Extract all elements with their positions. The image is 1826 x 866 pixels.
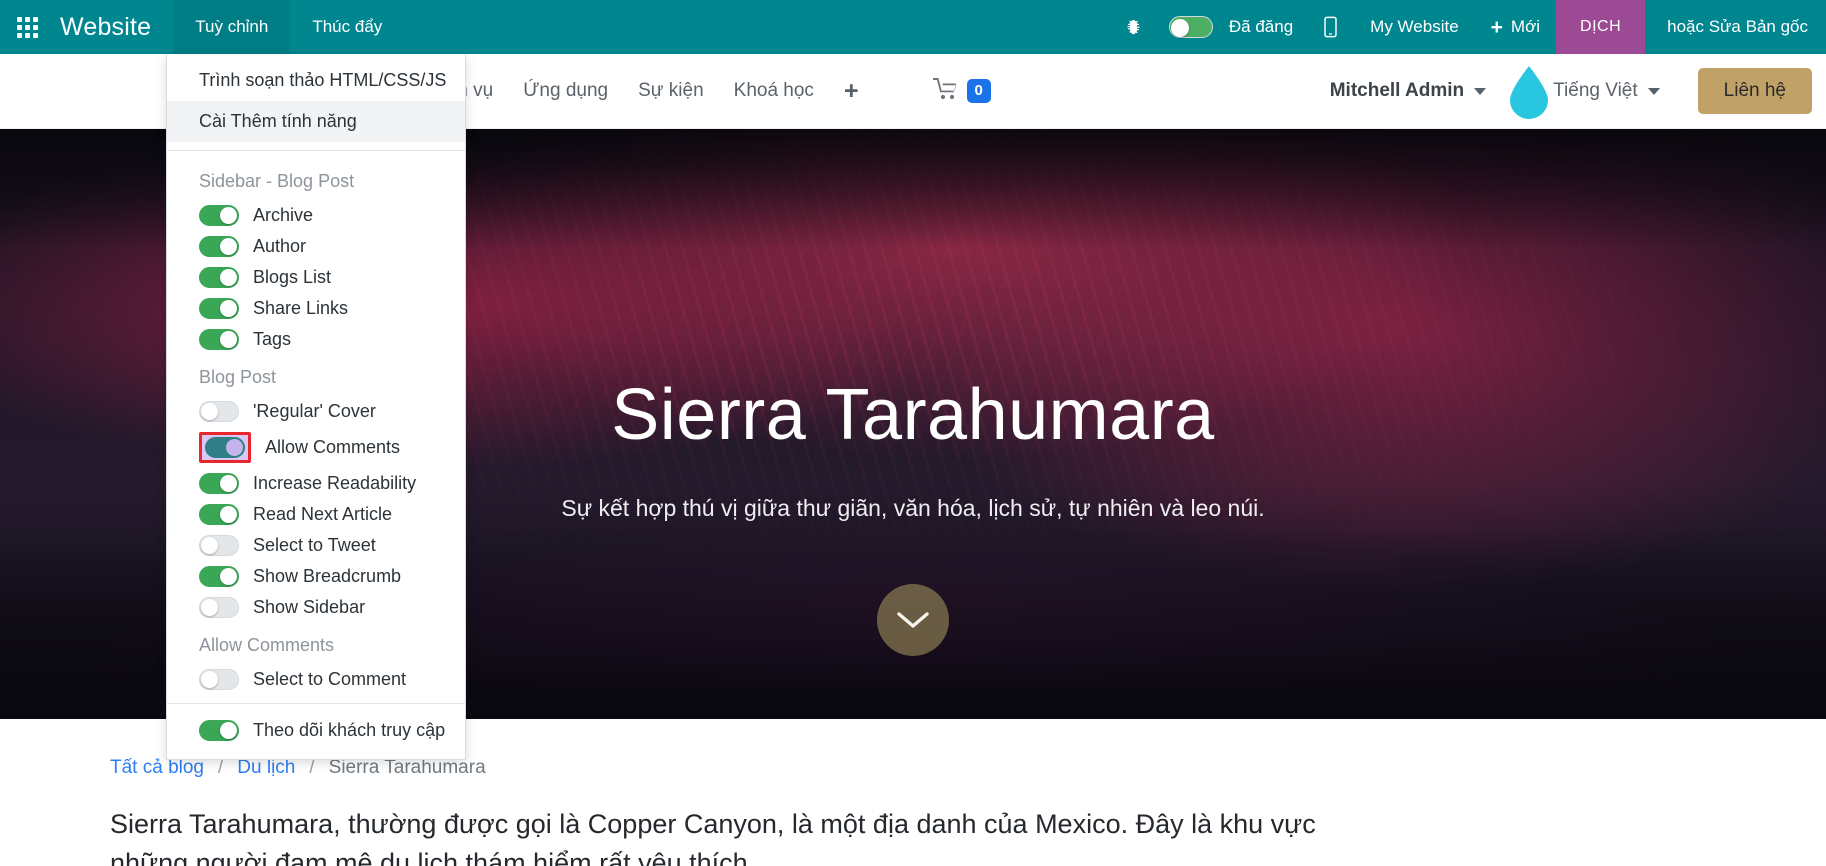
- toggle-label-regular-cover: 'Regular' Cover: [253, 401, 376, 421]
- bug-icon[interactable]: [1108, 0, 1159, 54]
- breadcrumb-separator: /: [309, 757, 315, 778]
- site-link[interactable]: My Website: [1354, 0, 1475, 54]
- page-title: Sierra Tarahumara: [611, 375, 1215, 455]
- plus-icon: +: [1490, 15, 1503, 39]
- toggle-row-author[interactable]: Author: [167, 231, 465, 262]
- breadcrumb-separator: /: [218, 757, 224, 778]
- toggle-row-read-next-article[interactable]: Read Next Article: [167, 499, 465, 530]
- toggle-switch-visitor-tracking[interactable]: [199, 720, 239, 741]
- toggle-label-show-breadcrumb: Show Breadcrumb: [253, 566, 402, 586]
- chevron-down-icon: [1647, 87, 1660, 95]
- toggle-label-allow-comments: Allow Comments: [265, 437, 401, 457]
- breadcrumb-item-all-blogs[interactable]: Tất cả blog: [110, 757, 204, 779]
- plus-icon[interactable]: +: [844, 78, 859, 104]
- cart-button[interactable]: 0: [932, 77, 991, 105]
- menu-group-title-allow-comments: Allow Comments: [199, 635, 335, 655]
- scroll-down-button[interactable]: [877, 584, 949, 656]
- toggle-row-archive[interactable]: Archive: [167, 200, 465, 231]
- toggle-label-tags: Tags: [253, 329, 292, 349]
- toggle-row-show-breadcrumb[interactable]: Show Breadcrumb: [167, 561, 465, 592]
- toggle-switch-author[interactable]: [199, 236, 239, 257]
- system-bar-right: Đã đăng My Website + Mới DỊCH hoặc Sửa B…: [1108, 0, 1826, 54]
- toggle-switch-show-breadcrumb[interactable]: [199, 566, 239, 587]
- cart-count-badge: 0: [966, 79, 991, 103]
- toggle-label-show-sidebar: Show Sidebar: [253, 597, 366, 617]
- nav-link-events[interactable]: Sự kiện: [638, 80, 704, 102]
- chevron-down-icon: [1474, 87, 1487, 95]
- odoo-system-bar: Website Tuỳ chỉnh Thúc đẩy Đã đăng My We…: [0, 0, 1826, 54]
- nav-link-courses[interactable]: Khoá học: [734, 80, 814, 102]
- toggle-switch-read-next-article[interactable]: [199, 504, 239, 525]
- mobile-icon[interactable]: [1307, 0, 1354, 54]
- site-nav-right: Mitchell Admin ★ Tiếng Việt Liên hệ: [1308, 68, 1826, 114]
- screen: Website Tuỳ chỉnh Thúc đẩy Đã đăng My We…: [0, 0, 1826, 866]
- publish-state-label: Đã đăng: [1228, 17, 1294, 36]
- vietnam-flag-icon: ★: [1524, 81, 1544, 101]
- user-menu[interactable]: Mitchell Admin: [1308, 80, 1508, 102]
- publish-switch[interactable]: [1168, 16, 1213, 38]
- hero-subtitle: Sự kết hợp thú vị giữa thư giãn, văn hóa…: [561, 495, 1265, 521]
- toggle-row-regular-cover[interactable]: 'Regular' Cover: [167, 396, 465, 427]
- sysmenu-promote[interactable]: Thúc đẩy: [290, 0, 404, 54]
- breadcrumb-item-current: Sierra Tarahumara: [328, 757, 486, 778]
- menu-item-install-features[interactable]: Cài Thêm tính năng: [167, 101, 465, 142]
- publish-toggle[interactable]: [1159, 0, 1219, 54]
- toggle-switch-allow-comments[interactable]: [205, 437, 245, 458]
- toggle-label-blogs-list: Blogs List: [253, 267, 332, 287]
- menu-divider: [167, 150, 465, 151]
- language-label: Tiếng Việt: [1553, 80, 1638, 101]
- new-button[interactable]: + Mới: [1475, 0, 1556, 54]
- toggle-switch-select-to-comment[interactable]: [199, 669, 239, 690]
- translate-button[interactable]: DỊCH: [1556, 0, 1646, 54]
- toggle-switch-increase-readability[interactable]: [199, 473, 239, 494]
- nav-link-apps[interactable]: Ứng dụng: [523, 80, 608, 102]
- toggle-row-show-sidebar[interactable]: Show Sidebar: [167, 592, 465, 623]
- toggle-switch-blogs-list[interactable]: [199, 267, 239, 288]
- menu-group-title-sidebar-blog-post: Sidebar - Blog Post: [199, 171, 355, 191]
- cart-icon: [932, 77, 961, 105]
- breadcrumb-item-travel[interactable]: Du lịch: [237, 757, 295, 779]
- apps-grid-icon[interactable]: [0, 0, 54, 54]
- new-label: Mới: [1510, 17, 1541, 36]
- post-body-text: Sierra Tarahumara, thường được gọi là Co…: [110, 809, 1316, 866]
- toggle-switch-regular-cover[interactable]: [199, 401, 239, 422]
- toggle-row-blogs-list[interactable]: Blogs List: [167, 262, 465, 293]
- chevron-down-icon: [897, 612, 929, 628]
- toggle-switch-share-links[interactable]: [199, 298, 239, 319]
- toggle-row-tags[interactable]: Tags: [167, 324, 465, 355]
- toggle-label-increase-readability: Increase Readability: [253, 473, 417, 493]
- toggle-label-share-links: Share Links: [253, 298, 349, 318]
- user-name-label: Mitchell Admin: [1329, 80, 1465, 101]
- customize-dropdown-menu: Trình soạn thảo HTML/CSS/JS Cài Thêm tín…: [166, 54, 466, 760]
- toggle-label-read-next-article: Read Next Article: [253, 504, 393, 524]
- app-brand-website[interactable]: Website: [54, 13, 173, 42]
- menu-group-title-blog-post: Blog Post: [199, 367, 277, 387]
- toggle-row-increase-readability[interactable]: Increase Readability: [167, 468, 465, 499]
- toggle-switch-show-sidebar[interactable]: [199, 597, 239, 618]
- toggle-label-archive: Archive: [253, 205, 314, 225]
- toggle-label-author: Author: [253, 236, 307, 256]
- toggle-row-select-to-tweet[interactable]: Select to Tweet: [167, 530, 465, 561]
- sysmenu-customize[interactable]: Tuỳ chỉnh: [173, 0, 291, 54]
- language-selector[interactable]: ★ Tiếng Việt: [1508, 80, 1676, 102]
- toggle-switch-select-to-tweet[interactable]: [199, 535, 239, 556]
- toggle-row-share-links[interactable]: Share Links: [167, 293, 465, 324]
- breadcrumb: Tất cả blog / Du lịch / Sierra Tarahumar…: [0, 757, 1826, 779]
- toggle-row-visitor-tracking[interactable]: Theo dõi khách truy cập: [167, 712, 465, 749]
- edit-original-link[interactable]: hoặc Sửa Bản gốc: [1645, 0, 1826, 54]
- toggle-label-select-to-tweet: Select to Tweet: [253, 535, 376, 555]
- toggle-switch-archive[interactable]: [199, 205, 239, 226]
- focus-highlight-box: [199, 432, 251, 463]
- toggle-row-allow-comments[interactable]: Allow Comments: [167, 427, 465, 468]
- toggle-row-select-to-comment[interactable]: Select to Comment: [167, 664, 465, 695]
- menu-item-html-editor[interactable]: Trình soạn thảo HTML/CSS/JS: [167, 60, 465, 101]
- toggle-label-select-to-comment: Select to Comment: [253, 669, 407, 689]
- contact-button[interactable]: Liên hệ: [1697, 68, 1812, 114]
- menu-divider: [167, 703, 465, 704]
- toggle-switch-tags[interactable]: [199, 329, 239, 350]
- toggle-label-visitor-tracking: Theo dõi khách truy cập: [253, 720, 446, 740]
